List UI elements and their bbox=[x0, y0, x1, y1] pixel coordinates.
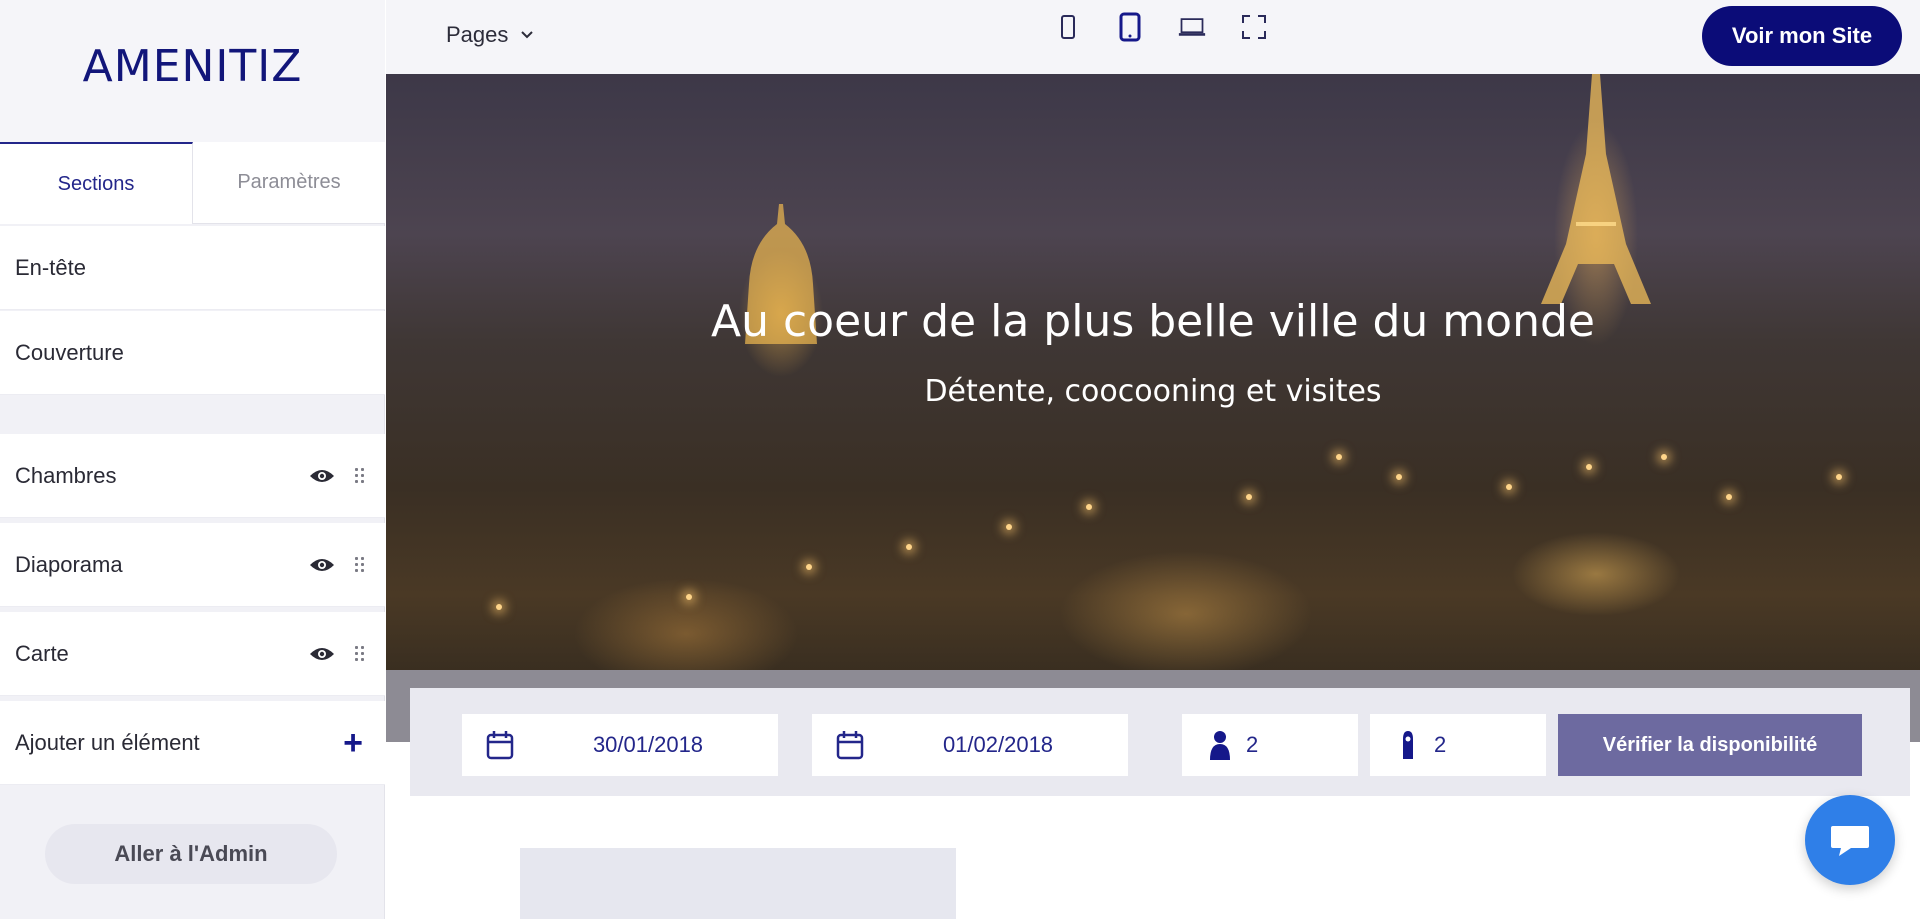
drag-handle-icon[interactable] bbox=[355, 556, 365, 573]
chevron-down-icon bbox=[521, 31, 534, 39]
rooms-field[interactable]: 2 bbox=[1370, 714, 1546, 776]
booking-bar: 30/01/2018 01/02/2018 2 2 Vérifier la di… bbox=[410, 688, 1910, 796]
calendar-icon bbox=[832, 730, 868, 760]
chat-bubble-icon bbox=[1831, 826, 1869, 856]
calendar-icon bbox=[482, 730, 518, 760]
section-item-en-tete[interactable]: En-tête bbox=[0, 226, 385, 310]
mobile-icon[interactable] bbox=[1054, 12, 1082, 42]
section-item-couverture[interactable]: Couverture bbox=[0, 311, 385, 395]
pages-label: Pages bbox=[446, 22, 509, 47]
eye-icon[interactable] bbox=[309, 646, 335, 662]
content-placeholder bbox=[520, 848, 956, 919]
guests-field[interactable]: 2 bbox=[1182, 714, 1358, 776]
add-element-label: Ajouter un élément bbox=[15, 729, 200, 755]
section-item-label: Couverture bbox=[15, 339, 124, 365]
tab-parametres[interactable]: Paramètres bbox=[193, 142, 385, 224]
section-item-diaporama[interactable]: Diaporama bbox=[0, 523, 385, 607]
laptop-icon[interactable] bbox=[1178, 12, 1206, 42]
section-item-label: Diaporama bbox=[15, 551, 123, 577]
checkout-date-value: 01/02/2018 bbox=[942, 732, 1054, 757]
pages-dropdown[interactable]: Pages bbox=[446, 22, 534, 48]
checkin-date-field[interactable]: 30/01/2018 bbox=[462, 714, 778, 776]
tab-sections[interactable]: Sections bbox=[0, 142, 193, 224]
guests-value: 2 bbox=[1246, 732, 1259, 757]
tablet-icon[interactable] bbox=[1116, 12, 1144, 42]
checkin-date-value: 30/01/2018 bbox=[592, 732, 704, 757]
fullscreen-icon[interactable] bbox=[1240, 12, 1268, 42]
person-icon bbox=[1202, 730, 1238, 760]
plus-icon[interactable]: + bbox=[343, 726, 363, 760]
section-item-label: En-tête bbox=[15, 254, 86, 280]
checkout-date-field[interactable]: 01/02/2018 bbox=[812, 714, 1128, 776]
view-site-button[interactable]: Voir mon Site bbox=[1702, 6, 1902, 66]
eye-icon[interactable] bbox=[309, 468, 335, 484]
drag-handle-icon[interactable] bbox=[355, 467, 365, 484]
section-item-carte[interactable]: Carte bbox=[0, 612, 385, 696]
section-item-chambres[interactable]: Chambres bbox=[0, 434, 385, 518]
drag-handle-icon[interactable] bbox=[355, 645, 365, 662]
section-item-label: Chambres bbox=[15, 462, 117, 488]
section-item-label: Carte bbox=[15, 640, 69, 666]
hero-title[interactable]: Au coeur de la plus belle ville du monde bbox=[386, 296, 1920, 347]
logo-area: AMENITIZ bbox=[0, 0, 385, 142]
sidebar-tabs: Sections Paramètres bbox=[0, 142, 385, 224]
go-to-admin-button[interactable]: Aller à l'Admin bbox=[45, 824, 337, 884]
rooms-value: 2 bbox=[1434, 732, 1447, 757]
logo[interactable]: AMENITIZ bbox=[83, 41, 303, 92]
top-bar: Pages Voir mon Site bbox=[386, 0, 1920, 74]
sidebar: AMENITIZ Sections Paramètres En-tête Cou… bbox=[0, 0, 385, 919]
hero-cover-image[interactable]: Au coeur de la plus belle ville du monde… bbox=[386, 74, 1920, 742]
check-availability-button[interactable]: Vérifier la disponibilité bbox=[1558, 714, 1862, 776]
eye-icon[interactable] bbox=[309, 557, 335, 573]
device-switcher bbox=[1054, 12, 1268, 42]
door-hanger-icon bbox=[1390, 729, 1426, 761]
add-element-button[interactable]: Ajouter un élément + bbox=[0, 701, 385, 785]
hero-subtitle[interactable]: Détente, coocooning et visites bbox=[386, 374, 1920, 409]
chat-button[interactable] bbox=[1805, 795, 1895, 885]
